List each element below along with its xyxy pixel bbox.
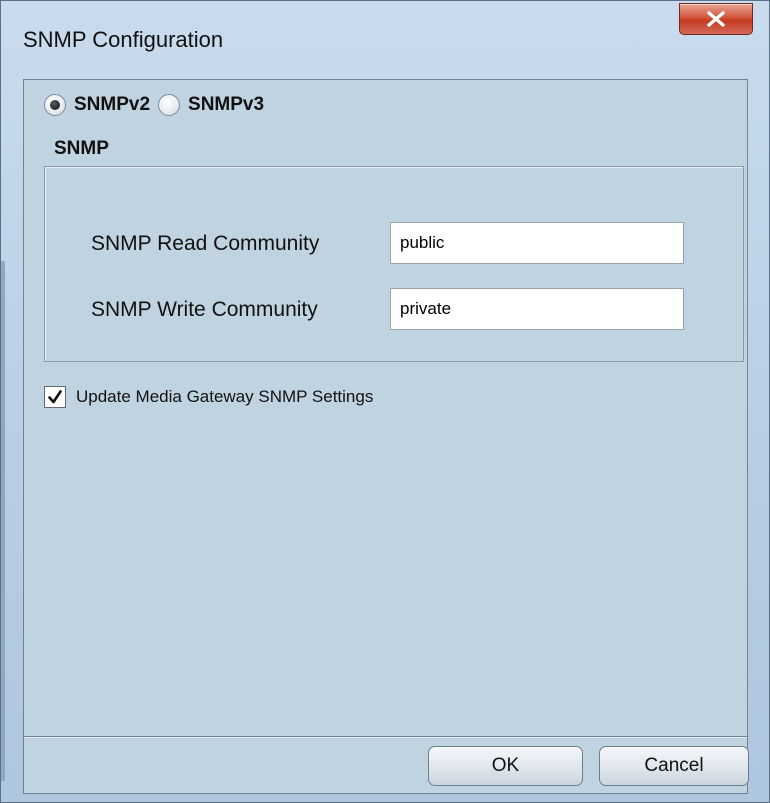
snmp-version-selector: SNMPv2 SNMPv3 (44, 92, 272, 118)
update-gateway-checkbox[interactable] (44, 386, 66, 408)
window-title: SNMP Configuration (23, 27, 224, 52)
update-gateway-option: Update Media Gateway SNMP Settings (44, 384, 373, 410)
title-bar[interactable]: SNMP Configuration (1, 1, 769, 79)
footer-divider (24, 736, 747, 737)
dialog-content: SNMPv2 SNMPv3 SNMP SNMP Read Community S… (23, 79, 749, 794)
snmp-configuration-dialog: SNMP Configuration SNMPv2 SNMPv3 SNMP SN… (0, 0, 770, 803)
cancel-button[interactable]: Cancel (599, 746, 749, 786)
snmpv2-label[interactable]: SNMPv2 (74, 94, 150, 116)
checkmark-icon (48, 390, 62, 404)
read-community-input[interactable] (390, 222, 684, 264)
snmp-group-box: SNMP Read Community SNMP Write Community (44, 166, 744, 362)
update-gateway-label[interactable]: Update Media Gateway SNMP Settings (76, 387, 373, 407)
ok-button[interactable]: OK (428, 746, 583, 786)
close-button[interactable] (679, 3, 753, 35)
write-community-label: SNMP Write Community (91, 298, 318, 321)
radio-selected-icon (50, 100, 60, 110)
write-community-input[interactable] (390, 288, 684, 330)
close-icon (707, 11, 725, 27)
snmpv3-label[interactable]: SNMPv3 (188, 94, 264, 116)
snmpv3-radio[interactable] (158, 94, 181, 116)
snmpv2-radio[interactable] (44, 94, 66, 116)
snmp-section-title: SNMP (54, 138, 109, 159)
read-community-label: SNMP Read Community (91, 232, 320, 255)
window-frame-accent (1, 261, 5, 781)
